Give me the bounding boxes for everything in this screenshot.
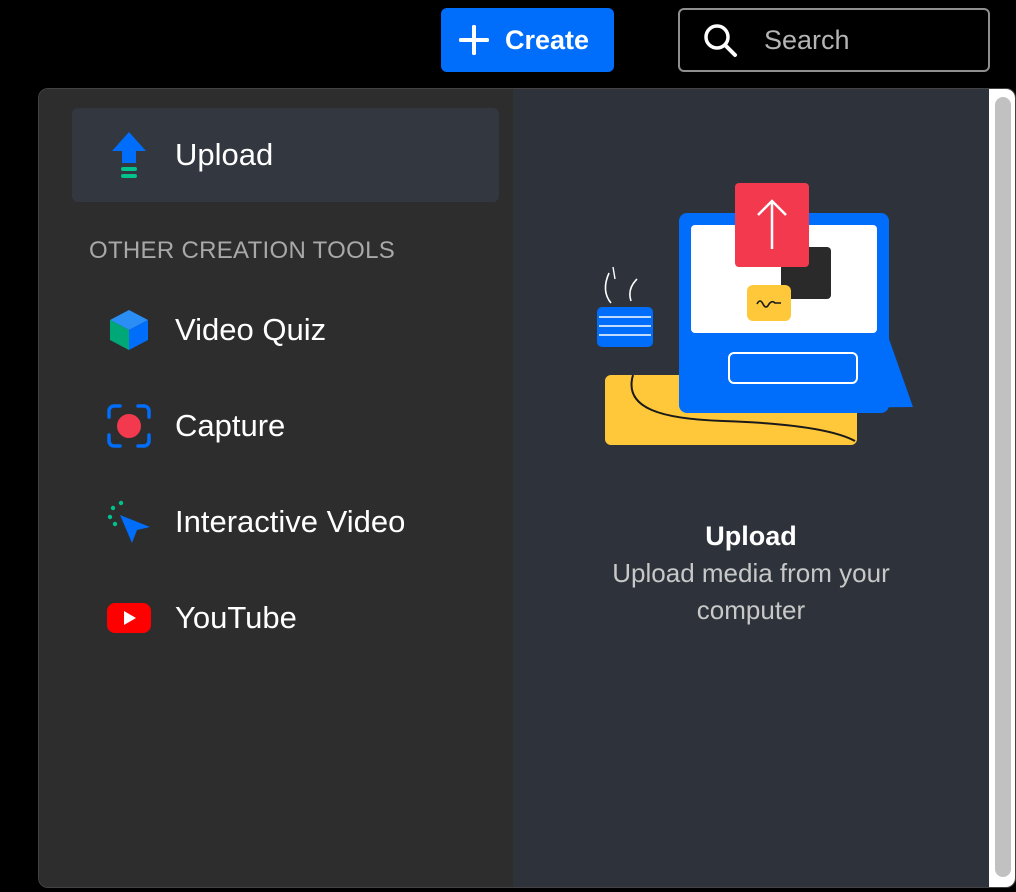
menu-item-label: Capture [175, 408, 286, 443]
menu-item-capture[interactable]: Capture [72, 386, 499, 466]
menu-item-video-quiz[interactable]: Video Quiz [72, 290, 499, 370]
cube-icon [106, 307, 152, 353]
cursor-click-icon [106, 499, 152, 545]
preview-description: Upload media from your computer [612, 558, 890, 625]
menu-item-interactive-video[interactable]: Interactive Video [72, 482, 499, 562]
youtube-icon [106, 595, 152, 641]
create-menu-panel: Upload OTHER CREATION TOOLS Video Quiz C… [38, 88, 1016, 888]
upload-arrow-icon [106, 132, 152, 178]
create-button[interactable]: Create [441, 8, 614, 72]
menu-item-label: YouTube [175, 600, 297, 635]
creation-options-list: Upload OTHER CREATION TOOLS Video Quiz C… [39, 89, 513, 887]
record-icon [106, 403, 152, 449]
create-button-label: Create [505, 24, 590, 55]
search-box[interactable] [678, 8, 990, 72]
menu-item-label: Video Quiz [175, 312, 327, 347]
menu-item-youtube[interactable]: YouTube [72, 578, 499, 658]
top-bar: Create [0, 0, 1016, 86]
plus-icon [459, 25, 489, 55]
menu-item-label: Interactive Video [175, 504, 406, 539]
search-icon [704, 24, 737, 57]
upload-illustration [597, 183, 913, 445]
preview-title: Upload [705, 521, 797, 551]
preview-pane: Upload Upload media from your computer [513, 89, 989, 887]
section-title: OTHER CREATION TOOLS [89, 237, 396, 264]
search-input[interactable] [762, 23, 966, 57]
scrollbar-thumb[interactable] [995, 97, 1011, 877]
menu-item-upload[interactable]: Upload [72, 108, 499, 202]
menu-item-label: Upload [175, 137, 274, 172]
